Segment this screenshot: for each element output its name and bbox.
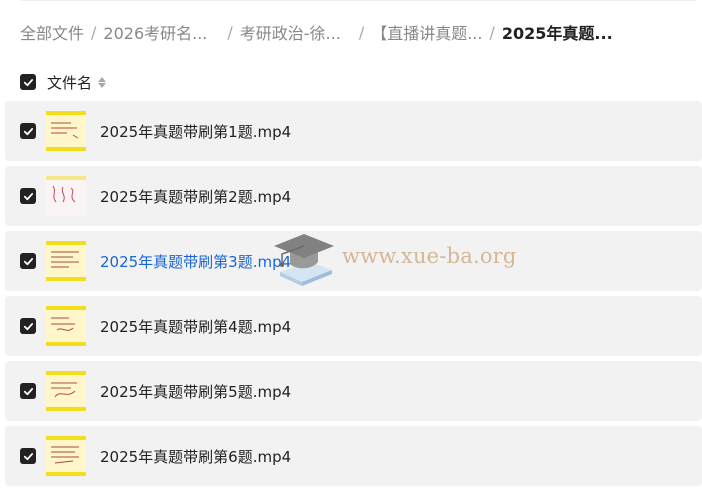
checkmark-icon	[23, 78, 33, 86]
breadcrumb-item-politics-folder[interactable]: 考研政治-徐...	[240, 20, 341, 44]
checkmark-icon	[23, 127, 33, 135]
file-row[interactable]: 2025年真题带刷第2题.mp4	[5, 166, 702, 226]
row-checkbox[interactable]	[20, 123, 36, 139]
file-row[interactable]: 2025年真题带刷第1题.mp4	[5, 101, 702, 161]
row-checkbox[interactable]	[20, 383, 36, 399]
breadcrumb-item-2026-folder[interactable]: 2026考研名...	[103, 20, 207, 44]
row-checkbox[interactable]	[20, 318, 36, 334]
breadcrumb-separator: /	[489, 22, 495, 42]
video-thumbnail[interactable]	[46, 176, 86, 216]
file-name[interactable]: 2025年真题带刷第5题.mp4	[100, 381, 291, 402]
breadcrumb-item-current: 2025年真题...	[501, 24, 613, 43]
file-list-header: 文件名	[20, 70, 107, 94]
file-name[interactable]: 2025年真题带刷第6题.mp4	[100, 446, 291, 467]
video-thumbnail[interactable]	[46, 111, 86, 151]
file-name[interactable]: 2025年真题带刷第1题.mp4	[100, 121, 291, 142]
file-row[interactable]: 2025年真题带刷第6题.mp4	[5, 426, 702, 486]
breadcrumb-separator: /	[91, 22, 97, 42]
breadcrumb-separator: /	[227, 22, 233, 42]
file-row[interactable]: 2025年真题带刷第4题.mp4	[5, 296, 702, 356]
breadcrumb-separator: /	[358, 22, 365, 42]
file-name[interactable]: 2025年真题带刷第4题.mp4	[100, 316, 291, 337]
video-thumbnail[interactable]	[46, 241, 86, 281]
file-row[interactable]: 2025年真题带刷第5题.mp4	[5, 361, 702, 421]
top-divider	[20, 0, 696, 1]
row-checkbox[interactable]	[20, 448, 36, 464]
row-checkbox[interactable]	[20, 188, 36, 204]
breadcrumb-item-live-folder[interactable]: 【直播讲真题...	[371, 20, 482, 44]
row-checkbox[interactable]	[20, 253, 36, 269]
file-name[interactable]: 2025年真题带刷第3题.mp4	[100, 251, 291, 272]
video-thumbnail[interactable]	[46, 306, 86, 346]
checkmark-icon	[23, 387, 33, 395]
checkmark-icon	[23, 322, 33, 330]
checkmark-icon	[23, 452, 33, 460]
file-list: 2025年真题带刷第1题.mp4 2025年真题带刷第2题.mp4 2025年真…	[5, 101, 702, 491]
breadcrumb: 全部文件 / 2026考研名... / 考研政治-徐... / 【直播讲真题..…	[20, 18, 694, 46]
sort-icon[interactable]	[98, 76, 107, 88]
video-thumbnail[interactable]	[46, 371, 86, 411]
file-name[interactable]: 2025年真题带刷第2题.mp4	[100, 186, 291, 207]
file-row[interactable]: 2025年真题带刷第3题.mp4	[5, 231, 702, 291]
select-all-checkbox[interactable]	[20, 74, 36, 90]
breadcrumb-item-all-files[interactable]: 全部文件	[20, 20, 84, 44]
filename-column-header[interactable]: 文件名	[47, 72, 92, 93]
checkmark-icon	[23, 192, 33, 200]
video-thumbnail[interactable]	[46, 436, 86, 476]
checkmark-icon	[23, 257, 33, 265]
